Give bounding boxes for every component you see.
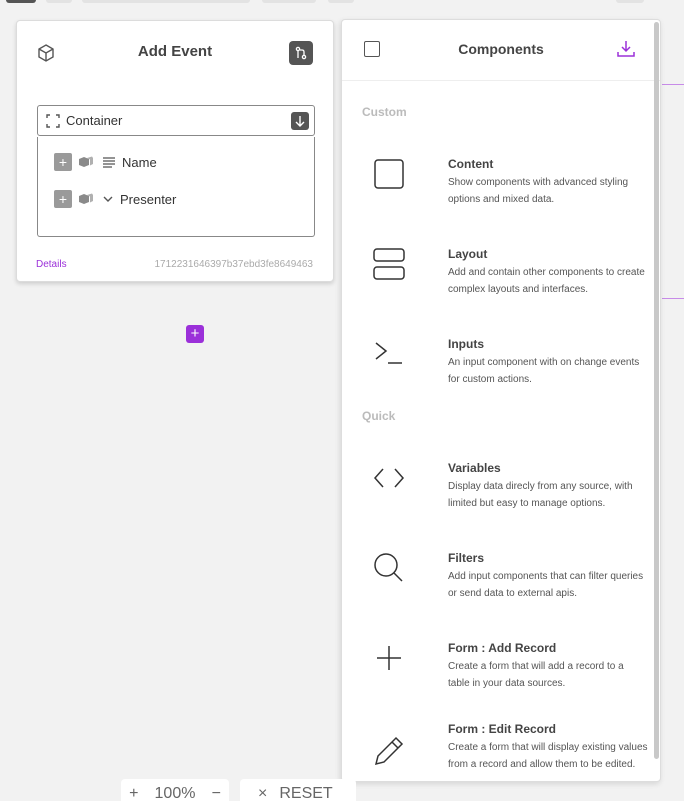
zoom-out-button[interactable]: −	[212, 785, 221, 801]
panel-header: Components	[342, 20, 660, 81]
search-icon	[374, 553, 403, 582]
toolbar-tab[interactable]	[616, 0, 644, 3]
square-icon	[374, 159, 404, 189]
component-description: Create a form that will add a record to …	[448, 661, 624, 689]
top-toolbar	[0, 0, 684, 4]
plus-icon	[377, 646, 401, 670]
component-description: Show components with advanced styling op…	[448, 177, 629, 205]
component-name: Inputs	[448, 337, 484, 351]
close-icon: ×	[258, 785, 268, 801]
boxes-icon	[79, 193, 93, 204]
component-description: Add input components that can filter que…	[448, 571, 644, 599]
toolbar-tab[interactable]	[328, 0, 354, 3]
tree-item-label: Name	[122, 154, 157, 170]
reset-label: RESET	[279, 785, 333, 801]
code-icon	[373, 468, 405, 488]
details-link[interactable]: Details	[36, 259, 67, 270]
connector-line	[662, 84, 684, 85]
container-tree: + Name + Presenter +	[37, 137, 315, 343]
git-branch-icon	[295, 46, 307, 60]
component-description: Display data direcly from any source, wi…	[448, 481, 633, 509]
toolbar-tab[interactable]	[82, 0, 250, 3]
layout-icon	[373, 248, 405, 280]
tree-item-name[interactable]: + Name	[54, 152, 157, 172]
add-child-button[interactable]: +	[54, 190, 72, 208]
add-component-button[interactable]: +	[186, 325, 204, 343]
event-id: 1712231646397b37ebd3fe8649463	[154, 259, 313, 270]
tree-item-label: Presenter	[120, 191, 177, 207]
pencil-icon	[374, 736, 404, 766]
download-icon[interactable]	[616, 39, 636, 59]
component-name: Form : Add Record	[448, 641, 557, 655]
section-custom: Custom	[362, 105, 407, 119]
panel-scrollbar[interactable]	[654, 22, 659, 759]
terminal-icon	[375, 342, 402, 364]
workflow-button[interactable]	[289, 41, 313, 65]
container-down-button[interactable]	[291, 112, 309, 130]
zoom-level: 100%	[154, 785, 196, 801]
component-name: Form : Edit Record	[448, 722, 557, 736]
container-selector[interactable]: Container	[37, 105, 315, 136]
text-lines-icon	[103, 157, 115, 168]
component-name: Filters	[448, 551, 485, 565]
container-label: Container	[66, 113, 123, 128]
components-panel: Components Custom Content Show component…	[341, 19, 661, 782]
toolbar-tab[interactable]	[6, 0, 36, 3]
add-event-card: Add Event Container + Name + Presenter +…	[16, 20, 334, 343]
component-description: Add and contain other components to crea…	[448, 267, 645, 295]
add-child-button[interactable]: +	[54, 153, 72, 171]
component-description: Create a form that will display existing…	[448, 742, 648, 770]
zoom-controls: + 100% −	[121, 779, 229, 801]
panel-title: Components	[458, 41, 544, 57]
component-description: An input component with on change events…	[448, 357, 640, 385]
toolbar-tab[interactable]	[262, 0, 316, 3]
reset-button[interactable]: × RESET	[240, 779, 356, 801]
arrow-down-icon	[295, 116, 305, 127]
expand-icon	[46, 113, 60, 128]
chevron-down-icon[interactable]	[102, 193, 114, 205]
boxes-icon	[79, 156, 93, 167]
connector-line	[662, 298, 684, 299]
section-quick: Quick	[362, 409, 396, 423]
tree-item-presenter[interactable]: + Presenter	[54, 189, 176, 209]
card-title: Add Event	[137, 43, 213, 60]
zoom-in-button[interactable]: +	[129, 785, 138, 801]
toolbar-tab[interactable]	[46, 0, 72, 3]
component-name: Layout	[448, 247, 488, 261]
component-name: Variables	[448, 461, 501, 475]
component-name: Content	[448, 157, 494, 171]
